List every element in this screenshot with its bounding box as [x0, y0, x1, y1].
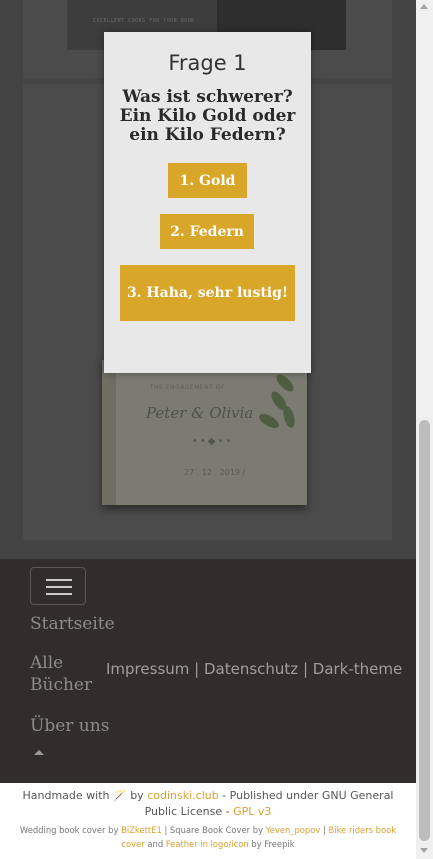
- quiz-modal: Frage 1 Was ist schwerer? Ein Kilo Gold …: [104, 32, 311, 373]
- footer-credits: Handmade with 🪄 by codinski.club - Publi…: [22, 789, 394, 818]
- scroll-down-arrow-icon[interactable]: [420, 848, 428, 853]
- answer-button-federn[interactable]: 2. Federn: [160, 214, 254, 249]
- answer-button-gold[interactable]: 1. Gold: [168, 163, 247, 198]
- footer: Handmade with 🪄 by codinski.club - Publi…: [0, 783, 416, 859]
- book-caption: EXCELLENT COOKS FOR YOUR BOOK: [93, 18, 195, 24]
- book-ornament: ••◆••: [192, 436, 234, 447]
- nav-link-alle-buecher[interactable]: Alle Bücher: [30, 652, 100, 696]
- caret-up-icon: [34, 750, 44, 755]
- menu-toggle-button[interactable]: [30, 567, 86, 605]
- wedding-book-cover[interactable]: THE ENGAGEMENT OF Peter & Olivia ••◆•• 2…: [102, 360, 307, 505]
- magic-wand-icon: 🪄: [113, 789, 127, 802]
- hamburger-icon: [46, 579, 72, 581]
- footer-links: Impressum | Datenschutz | Dark-theme: [106, 660, 403, 678]
- footer-attributions: Wedding book cover by BiZkettE1 | Square…: [19, 825, 397, 849]
- impressum-link[interactable]: Impressum: [106, 660, 189, 678]
- scroll-up-arrow-icon[interactable]: [420, 4, 428, 9]
- book-label: THE ENGAGEMENT OF: [150, 384, 225, 391]
- codinski-link[interactable]: codinski.club: [147, 789, 219, 802]
- gpl-link[interactable]: GPL v3: [233, 805, 271, 818]
- bizkettel-link[interactable]: BiZkettE1: [121, 825, 162, 835]
- answer-button-haha[interactable]: 3. Haha, sehr lustig!: [120, 265, 295, 321]
- leaf-decoration: [273, 371, 297, 395]
- scrollbar-thumb[interactable]: [419, 420, 430, 841]
- yeven-popov-link[interactable]: Yeven_popov: [266, 825, 321, 835]
- site-navigation: Startseite Alle Bücher Über uns Impressu…: [0, 559, 416, 783]
- feather-link[interactable]: Feather in logo/icon: [166, 839, 249, 849]
- datenschutz-link[interactable]: Datenschutz: [204, 660, 298, 678]
- leaf-decoration: [281, 405, 297, 429]
- quiz-question-number: Frage 1: [168, 51, 247, 75]
- quiz-question-text: Was ist schwerer? Ein Kilo Gold oder ein…: [119, 87, 296, 145]
- book-date: 27 . 12 . 2019 /: [184, 468, 246, 477]
- nav-link-startseite[interactable]: Startseite: [30, 613, 150, 635]
- dark-theme-link[interactable]: Dark-theme: [313, 660, 402, 678]
- book-names: Peter & Olivia: [146, 404, 254, 422]
- leaf-decoration: [256, 411, 282, 431]
- scrollbar[interactable]: [416, 0, 433, 859]
- nav-link-ueber-uns[interactable]: Über uns: [30, 715, 150, 737]
